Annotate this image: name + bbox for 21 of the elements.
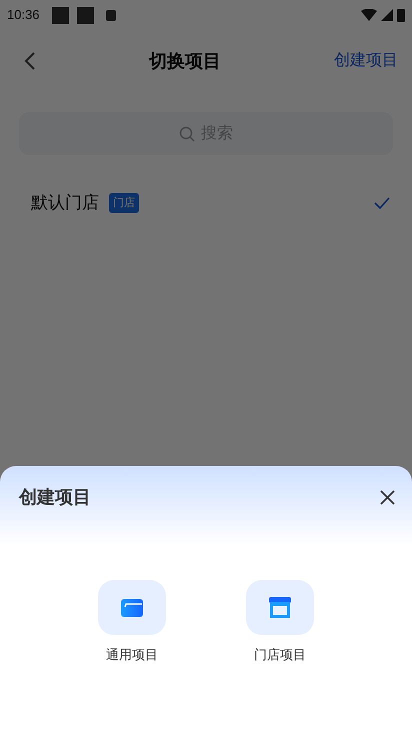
notification-icon <box>76 6 94 24</box>
search-icon <box>179 126 195 142</box>
page-title: 切换项目 <box>148 50 222 72</box>
option-label: 门店项目 <box>254 646 306 664</box>
store-tag: 门店 <box>109 193 139 213</box>
store-icon <box>269 597 291 618</box>
project-name: 默认门店 <box>31 192 99 214</box>
status-time: 10:36 <box>7 6 40 24</box>
notification-icon <box>52 6 69 24</box>
project-type-option[interactable]: 通用项目 <box>98 580 166 664</box>
project-type-option[interactable]: 门店项目 <box>246 580 314 664</box>
sheet-title: 创建项目 <box>19 486 91 509</box>
option-label: 通用项目 <box>106 646 158 664</box>
close-icon[interactable] <box>380 490 395 505</box>
wifi-icon <box>361 9 377 21</box>
create-project-link[interactable]: 创建项目 <box>334 49 398 73</box>
check-icon <box>374 197 390 209</box>
battery-icon <box>397 8 405 22</box>
back-icon[interactable] <box>24 51 36 71</box>
signal-icon <box>381 9 393 21</box>
folder-icon <box>121 598 143 616</box>
